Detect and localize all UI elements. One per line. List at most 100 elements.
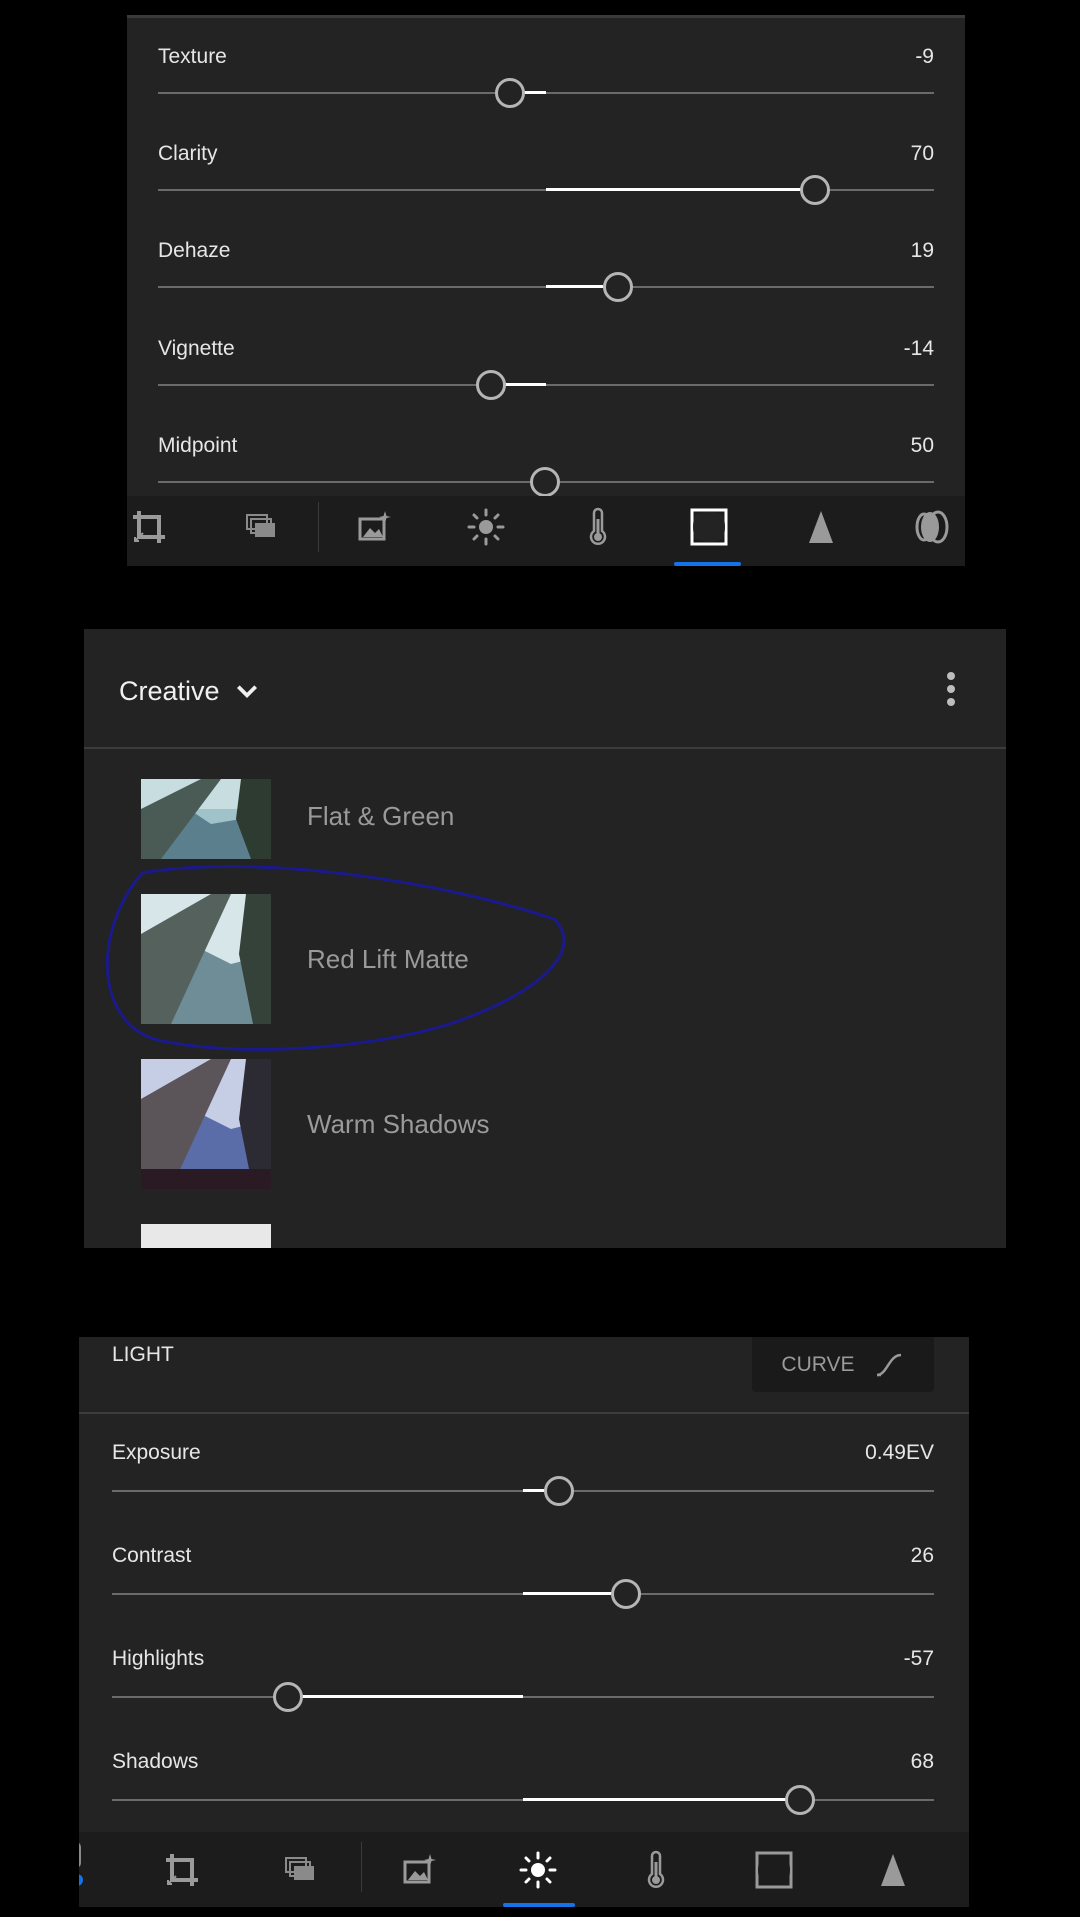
- slider-texture[interactable]: Texture -9: [158, 45, 934, 115]
- header-divider: [84, 747, 1006, 749]
- effects-tool[interactable]: [679, 496, 739, 558]
- color-tool[interactable]: [626, 1839, 686, 1901]
- active-tool-indicator: [503, 1903, 575, 1907]
- slider-clarity[interactable]: Clarity 70: [158, 142, 934, 212]
- color-tool[interactable]: [568, 496, 628, 558]
- slider-label: Exposure: [112, 1441, 201, 1464]
- preset-thumbnail: [141, 1224, 271, 1248]
- slider-thumb[interactable]: [476, 370, 506, 400]
- slider-value: 68: [910, 1750, 934, 1773]
- active-tool-indicator: [674, 562, 741, 566]
- slider-thumb[interactable]: [800, 175, 830, 205]
- curve-icon: [876, 1353, 901, 1376]
- slider-thumb[interactable]: [273, 1682, 303, 1712]
- curve-button[interactable]: CURVE: [752, 1337, 934, 1392]
- slider-shadows[interactable]: Shadows 68: [112, 1750, 934, 1820]
- slider-highlights[interactable]: Highlights -57: [112, 1647, 934, 1717]
- slider-label: Dehaze: [158, 239, 231, 262]
- preset-item[interactable]: Warm Shadows: [84, 1059, 1006, 1194]
- light-icon: [519, 1851, 557, 1889]
- more-vertical-icon: [947, 672, 955, 706]
- preset-name: Warm Shadows: [307, 1109, 490, 1139]
- section-divider: [79, 1412, 969, 1414]
- toolbar-divider: [361, 1842, 362, 1892]
- optics-tool[interactable]: [902, 496, 962, 558]
- slider-thumb[interactable]: [611, 1579, 641, 1609]
- slider-thumb[interactable]: [495, 78, 525, 108]
- slider-dehaze[interactable]: Dehaze 19: [158, 239, 934, 309]
- slider-label: Vignette: [158, 337, 235, 360]
- preset-item[interactable]: Flat & Green: [84, 779, 1006, 859]
- effects-tool[interactable]: [744, 1839, 804, 1901]
- light-tool[interactable]: [456, 496, 516, 558]
- slider-value: -57: [903, 1647, 934, 1670]
- detail-icon: [881, 1854, 905, 1886]
- curve-label: CURVE: [781, 1352, 855, 1376]
- slider-fill: [546, 188, 809, 191]
- slider-track[interactable]: [158, 384, 934, 386]
- preset-name: Flat & Green: [307, 801, 455, 831]
- crop-icon: [133, 511, 165, 543]
- slider-fill: [523, 1592, 623, 1595]
- slider-midpoint[interactable]: Midpoint 50: [158, 434, 934, 504]
- detail-tool[interactable]: [791, 496, 851, 558]
- preset-name: Red Lift Matte: [307, 944, 469, 974]
- color-temperature-icon: [647, 1850, 665, 1888]
- slider-contrast[interactable]: Contrast 26: [112, 1544, 934, 1614]
- light-panel: LIGHT CURVE Exposure 0.49EV Contrast 26 …: [79, 1337, 969, 1907]
- slider-value: 26: [910, 1544, 934, 1567]
- more-options-button[interactable]: [946, 671, 958, 711]
- light-tool[interactable]: [508, 1839, 568, 1901]
- edit-toolbar: [79, 1832, 969, 1907]
- slider-value: -14: [903, 337, 934, 360]
- auto-enhance-icon: [403, 1854, 436, 1884]
- preset-item[interactable]: Red Lift Matte: [84, 894, 1006, 1029]
- slider-track[interactable]: [112, 1696, 934, 1698]
- effects-icon: [690, 508, 728, 546]
- profile-badge: [79, 1842, 85, 1898]
- slider-label: Clarity: [158, 142, 218, 165]
- toolbar-divider: [318, 502, 319, 552]
- optics-icon: [915, 510, 949, 544]
- slider-thumb[interactable]: [544, 1476, 574, 1506]
- slider-value: 19: [910, 239, 934, 262]
- preset-group-title: Creative: [119, 675, 220, 706]
- slider-label: Shadows: [112, 1750, 199, 1773]
- detail-tool[interactable]: [863, 1839, 923, 1901]
- section-title: LIGHT: [112, 1343, 174, 1366]
- detail-icon: [809, 511, 833, 543]
- slider-exposure[interactable]: Exposure 0.49EV: [112, 1441, 934, 1511]
- slider-value: 0.49EV: [865, 1441, 934, 1464]
- effects-panel: Texture -9 Clarity 70 Dehaze 19 Vignette…: [127, 15, 965, 566]
- crop-icon: [166, 1854, 198, 1886]
- versions-tool[interactable]: [231, 496, 291, 558]
- crop-tool[interactable]: [127, 496, 179, 558]
- slider-label: Highlights: [112, 1647, 205, 1670]
- color-temperature-icon: [589, 507, 607, 545]
- auto-tool[interactable]: [389, 1839, 449, 1901]
- slider-value: 70: [910, 142, 934, 165]
- slider-label: Midpoint: [158, 434, 238, 457]
- light-icon: [467, 508, 505, 546]
- slider-label: Contrast: [112, 1544, 192, 1567]
- slider-track[interactable]: [158, 92, 934, 94]
- crop-tool[interactable]: [152, 1839, 212, 1901]
- versions-tool[interactable]: [270, 1839, 330, 1901]
- presets-panel: Creative Flat & Green Red Lift Matte War…: [84, 629, 1006, 1248]
- effects-icon: [755, 1851, 793, 1889]
- slider-fill: [546, 285, 603, 288]
- slider-thumb[interactable]: [530, 467, 560, 497]
- edit-toolbar: [127, 496, 965, 566]
- auto-tool[interactable]: [344, 496, 404, 558]
- slider-value: 50: [910, 434, 934, 457]
- slider-thumb[interactable]: [603, 272, 633, 302]
- preset-group-header[interactable]: Creative: [119, 671, 260, 711]
- versions-icon: [246, 514, 275, 537]
- slider-thumb[interactable]: [785, 1785, 815, 1815]
- slider-label: Texture: [158, 45, 227, 68]
- slider-vignette[interactable]: Vignette -14: [158, 337, 934, 407]
- preset-thumbnail: [141, 1059, 271, 1189]
- slider-fill: [288, 1695, 523, 1698]
- slider-fill: [523, 1798, 803, 1801]
- preset-thumbnail: [141, 894, 271, 1024]
